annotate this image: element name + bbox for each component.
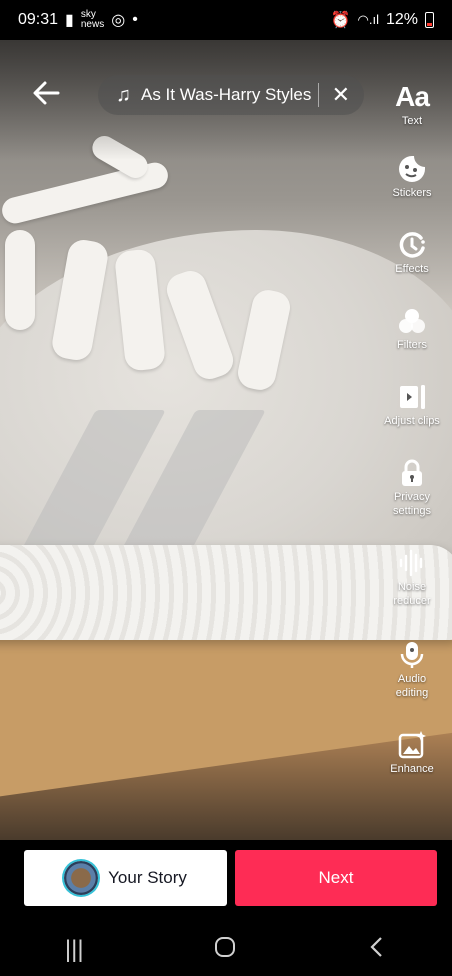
tool-label: Enhance [390,763,434,775]
lock-icon [402,459,422,486]
tool-noise-reducer[interactable]: Noise reducer [372,546,452,608]
instagram-icon: ◎ [111,12,126,29]
back-nav-icon[interactable] [367,935,387,966]
home-button-shape [215,936,236,957]
avatar [64,861,99,895]
alarm-icon: ⏰ [330,12,351,29]
back-arrow-icon [33,81,60,105]
tool-label: Noise reducer [393,581,431,607]
pill-divider [318,83,319,107]
tool-stickers[interactable]: Stickers [372,152,452,200]
sound-selector[interactable]: ♫ As It Was-Harry Styles ✕ [98,75,364,115]
tool-text[interactable]: Aa Text [372,80,452,128]
status-left: 09:31 ▮ sky news ◎ • [18,10,138,30]
notification-icon: ▮ [65,12,74,29]
your-story-button[interactable]: Your Story [24,850,227,906]
bottom-bar: Your Story Next ||| [0,840,452,976]
text-icon: Aa [395,81,430,112]
home-icon[interactable] [213,935,237,966]
tool-label: Effects [395,263,429,275]
tool-label: Privacy settings [393,491,431,517]
tool-label: Stickers [392,187,432,199]
remove-sound-button[interactable]: ✕ [332,81,350,109]
sky-news-icon: sky news [80,9,105,30]
next-button[interactable]: Next [235,850,437,906]
music-note-icon: ♫ [116,83,131,106]
tool-effects[interactable]: Effects [372,228,452,276]
adjust-clips-icon [400,385,425,409]
tool-label: Text [401,115,423,127]
tool-adjust-clips[interactable]: Adjust clips [372,380,452,428]
tool-filters[interactable]: Filters [372,304,452,352]
stickers-icon [399,156,425,182]
chevron-left-icon [370,936,382,957]
status-right: ⏰ ◠.ıl 12% [331,10,434,30]
system-navigation: ||| [0,930,452,970]
filters-icon [399,309,425,333]
next-label: Next [318,868,354,887]
recent-apps-icon[interactable]: ||| [65,936,84,964]
tool-audio-editing[interactable]: Audio editing [372,638,452,700]
noise-reducer-icon [399,549,423,577]
microphone-icon [400,642,424,668]
battery-level: 12% [385,11,418,28]
dot-icon: • [132,11,138,28]
tool-label: Filters [397,339,427,351]
battery-icon [425,12,434,28]
tool-label: Audio editing [395,673,429,699]
tool-privacy-settings[interactable]: Privacy settings [372,456,452,518]
your-story-label: Your Story [108,868,187,887]
sound-title: As It Was-Harry Styles [141,85,312,104]
enhance-icon [398,731,426,759]
tool-enhance[interactable]: Enhance [372,728,452,776]
wifi-icon: ◠.ıl [357,12,379,27]
tool-label: Adjust clips [384,415,440,427]
back-button[interactable] [28,78,64,114]
clock: 09:31 [18,11,59,28]
shoelace [5,230,35,330]
effects-icon [399,232,425,258]
status-bar: 09:31 ▮ sky news ◎ • ⏰ ◠.ıl 12% [0,0,452,40]
